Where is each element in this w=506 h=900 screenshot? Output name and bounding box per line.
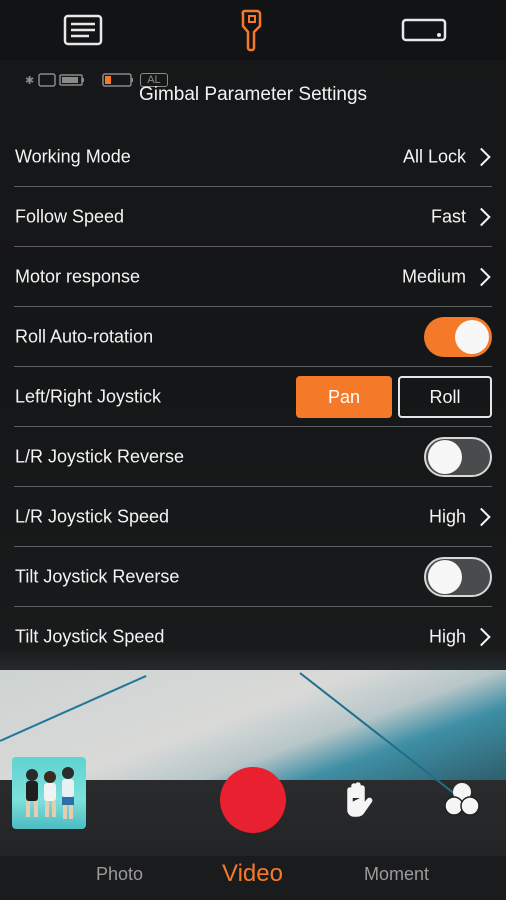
gallery-thumbnail[interactable] bbox=[12, 757, 86, 829]
row-label: Motor response bbox=[15, 266, 141, 287]
row-value: Fast bbox=[430, 206, 466, 227]
device-landscape-icon[interactable] bbox=[400, 10, 448, 50]
chevron-right-icon bbox=[472, 507, 491, 527]
tilt-joystick-reverse-toggle[interactable] bbox=[424, 557, 492, 597]
row-value: High bbox=[428, 506, 466, 527]
roll-option-button[interactable]: Roll bbox=[398, 376, 492, 418]
row-tilt-joystick-speed[interactable]: Tilt Joystick Speed High bbox=[0, 607, 506, 667]
row-roll-auto-rotation: Roll Auto-rotation bbox=[0, 307, 506, 367]
top-toolbar bbox=[0, 0, 506, 60]
row-value: All Lock bbox=[402, 146, 466, 167]
gimbal-settings-panel: ✱ AL Gimbal Parameter Settings Working M… bbox=[0, 60, 506, 670]
pan-option-button[interactable]: Pan bbox=[296, 376, 392, 418]
menu-list-icon[interactable] bbox=[63, 10, 103, 50]
capture-controls bbox=[0, 740, 506, 860]
row-label: Roll Auto-rotation bbox=[15, 326, 154, 347]
hand-icon[interactable] bbox=[340, 780, 376, 825]
row-value: Medium bbox=[401, 266, 466, 287]
row-left-right-joystick: Left/Right Joystick Pan Roll bbox=[0, 367, 506, 427]
chevron-right-icon bbox=[472, 207, 491, 227]
mode-video[interactable]: Video bbox=[222, 860, 283, 888]
mode-moment[interactable]: Moment bbox=[364, 864, 429, 885]
chevron-right-icon bbox=[472, 267, 491, 287]
row-lr-joystick-reverse: L/R Joystick Reverse bbox=[0, 427, 506, 487]
color-filter-icon[interactable] bbox=[442, 780, 482, 825]
toggle-knob bbox=[455, 320, 489, 354]
panel-title: Gimbal Parameter Settings bbox=[138, 84, 368, 105]
lr-joystick-reverse-toggle[interactable] bbox=[424, 437, 492, 477]
mode-photo[interactable]: Photo bbox=[96, 864, 143, 885]
row-working-mode[interactable]: Working Mode All Lock bbox=[0, 127, 506, 187]
chevron-right-icon bbox=[472, 627, 491, 647]
row-follow-speed[interactable]: Follow Speed Fast bbox=[0, 187, 506, 247]
row-label: Tilt Joystick Speed bbox=[15, 626, 165, 647]
row-tilt-joystick-reverse: Tilt Joystick Reverse bbox=[0, 547, 506, 607]
record-button[interactable] bbox=[220, 767, 286, 833]
mode-selector: Photo Video Moment bbox=[0, 856, 506, 900]
row-label: Tilt Joystick Reverse bbox=[15, 566, 180, 587]
toggle-knob bbox=[428, 560, 462, 594]
roll-auto-rotation-toggle[interactable] bbox=[424, 317, 492, 357]
toggle-knob bbox=[428, 440, 462, 474]
row-label: Follow Speed bbox=[15, 206, 125, 227]
row-motor-response[interactable]: Motor response Medium bbox=[0, 247, 506, 307]
chevron-right-icon bbox=[472, 147, 491, 167]
row-label: Left/Right Joystick bbox=[15, 386, 162, 407]
row-label: L/R Joystick Reverse bbox=[15, 446, 185, 467]
row-label: Working Mode bbox=[15, 146, 131, 167]
row-label: L/R Joystick Speed bbox=[15, 506, 170, 527]
row-value: High bbox=[428, 626, 466, 647]
row-lr-joystick-speed[interactable]: L/R Joystick Speed High bbox=[0, 487, 506, 547]
gimbal-icon[interactable] bbox=[234, 9, 270, 52]
